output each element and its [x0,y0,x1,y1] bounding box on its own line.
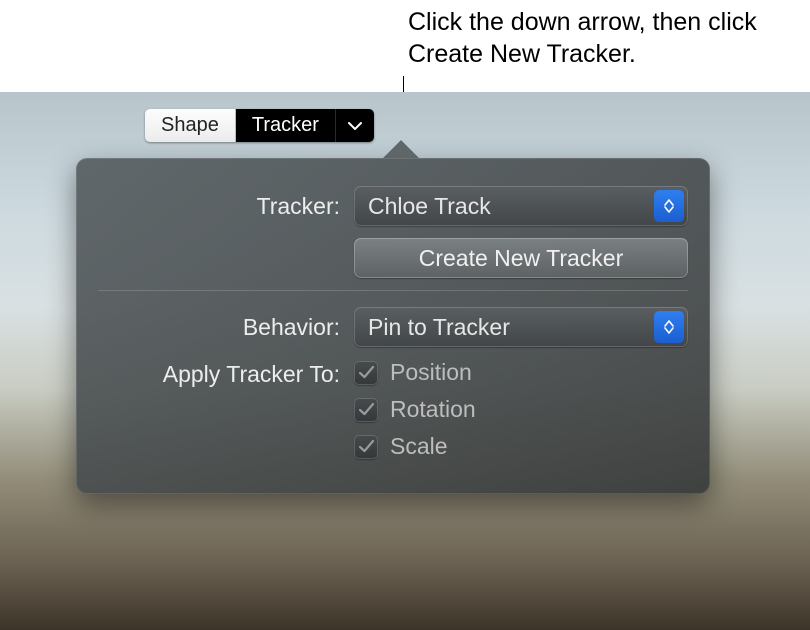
create-new-tracker-button[interactable]: Create New Tracker [354,238,688,278]
tracker-label: Tracker: [98,193,354,220]
behavior-select[interactable]: Pin to Tracker [354,307,688,347]
behavior-label: Behavior: [98,314,354,341]
checkbox-position[interactable] [354,361,378,385]
chevron-down-icon [348,114,362,137]
shape-tracker-segmented-control: Shape Tracker [145,109,374,142]
apply-tracker-to-label: Apply Tracker To: [98,359,354,470]
updown-stepper-icon [654,190,684,222]
tracker-select-value: Chloe Track [368,193,491,220]
checkbox-rotation[interactable] [354,398,378,422]
checkbox-label: Rotation [390,396,476,423]
tracker-tab[interactable]: Tracker [236,109,336,142]
checkbox-scale[interactable] [354,435,378,459]
apply-option-position: Position [354,359,476,386]
shape-tab[interactable]: Shape [145,109,236,142]
checkbox-label: Scale [390,433,448,460]
tracker-popover: Tracker: Chloe Track Create New Tracker … [76,158,710,494]
divider [98,290,688,291]
callout-text: Click the down arrow, then click Create … [408,6,810,70]
apply-option-scale: Scale [354,433,476,460]
tracker-dropdown-arrow[interactable] [336,109,374,142]
updown-stepper-icon [654,311,684,343]
apply-option-rotation: Rotation [354,396,476,423]
checkbox-label: Position [390,359,472,386]
tracker-select[interactable]: Chloe Track [354,186,688,226]
behavior-select-value: Pin to Tracker [368,314,510,341]
